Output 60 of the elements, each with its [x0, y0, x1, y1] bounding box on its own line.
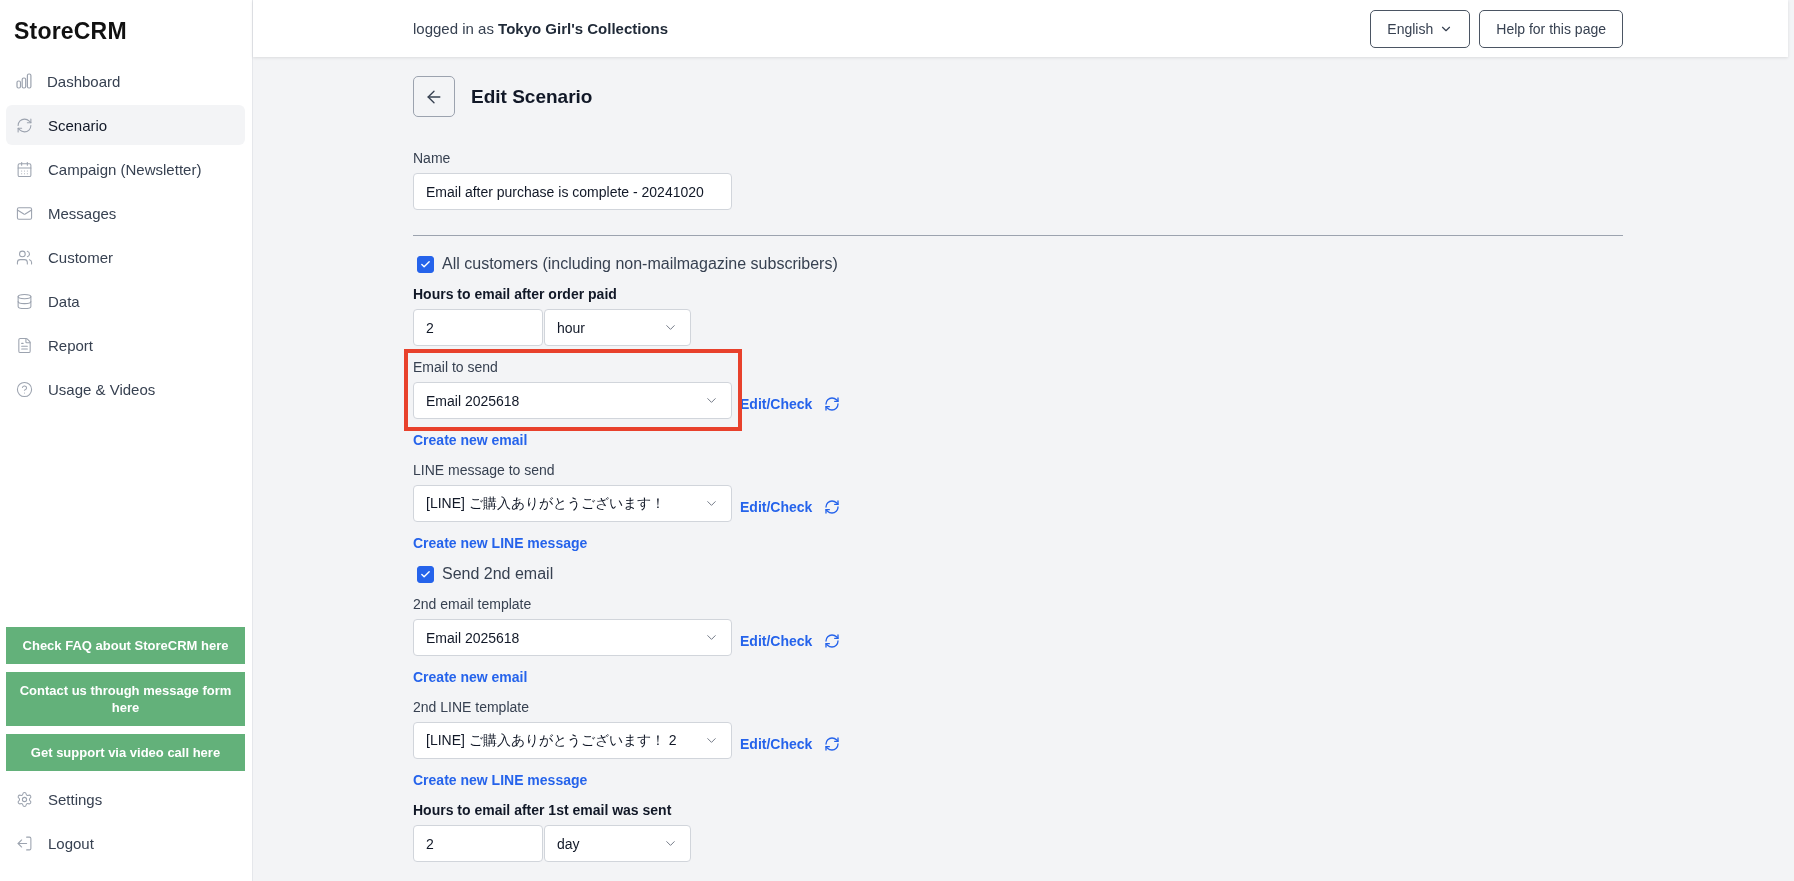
field-label: Hours to email after 1st email was sent	[413, 802, 673, 818]
sidebar-item[interactable]: Settings	[6, 779, 245, 819]
create-link[interactable]: Create new email	[413, 432, 528, 448]
settings-icon	[16, 790, 33, 808]
checkmark-icon	[420, 258, 431, 270]
checkbox[interactable]	[417, 255, 434, 273]
create-link[interactable]: Create new LINE message	[413, 772, 588, 788]
page-title: Edit Scenario	[471, 85, 593, 108]
field-label: Name	[413, 150, 452, 166]
sidebar-item[interactable]: Report	[6, 325, 245, 365]
refresh-icon[interactable]	[824, 395, 841, 412]
login-status: logged in as Tokyo Girl's Collections	[413, 20, 670, 37]
checkbox-label: All customers (including non-mailmagazine subscribers)	[442, 255, 838, 273]
template-dropdown[interactable]: Email 2025618	[413, 619, 732, 656]
edit-check-link[interactable]: Edit/Check	[740, 632, 813, 649]
sidebar-item[interactable]: Messages	[6, 193, 245, 233]
template-dropdown[interactable]: [LINE] ご購入ありがとうございます！ 2	[413, 722, 732, 759]
sidebar-item[interactable]: Data	[6, 281, 245, 321]
bar-chart-icon	[16, 73, 32, 89]
field-label: Email to send	[413, 359, 499, 375]
logout-icon	[16, 834, 33, 852]
calendar-icon	[16, 160, 33, 178]
app-logo: StoreCRM	[13, 17, 128, 46]
amount-field[interactable]: 2	[413, 309, 543, 346]
sidebar-item[interactable]: Customer	[6, 237, 245, 277]
envelope-icon	[16, 204, 33, 222]
help-button[interactable]: Help for this page	[1479, 9, 1623, 48]
edit-check-link[interactable]: Edit/Check	[740, 498, 813, 515]
edit-check-link[interactable]: Edit/Check	[740, 395, 813, 412]
refresh-icon[interactable]	[824, 632, 841, 649]
edit-check-link[interactable]: Edit/Check	[740, 735, 813, 752]
back-button[interactable]	[413, 76, 455, 117]
field-label: Hours to email after order paid	[413, 286, 618, 302]
create-link[interactable]: Create new email	[413, 669, 528, 685]
checkbox[interactable]	[417, 565, 434, 583]
field-label: LINE message to send	[413, 462, 556, 478]
field-label: 2nd LINE template	[413, 699, 530, 715]
sidebar-item[interactable]: Usage & Videos	[6, 369, 245, 409]
refresh-icon	[16, 116, 33, 134]
name-field[interactable]: Email after purchase is complete - 20241020	[413, 173, 732, 210]
sidebar-item[interactable]: Scenario	[6, 105, 245, 145]
checkbox-label: Send 2nd email	[442, 565, 554, 583]
sidebar-item[interactable]: Dashboard	[6, 61, 245, 101]
database-icon	[16, 292, 33, 310]
document-icon	[16, 336, 33, 354]
template-dropdown[interactable]: [LINE] ご購入ありがとうございます！	[413, 485, 732, 522]
refresh-icon[interactable]	[824, 498, 841, 515]
sidebar-item[interactable]: Logout	[6, 823, 245, 863]
create-link[interactable]: Create new LINE message	[413, 535, 588, 551]
help-icon	[16, 380, 33, 398]
users-icon	[16, 248, 33, 266]
checkmark-icon	[420, 568, 431, 580]
template-dropdown[interactable]: Email 2025618	[413, 382, 732, 419]
amount-field[interactable]: 2	[413, 825, 543, 862]
field-label: 2nd email template	[413, 596, 533, 612]
unit-dropdown[interactable]: day	[544, 825, 691, 862]
refresh-icon[interactable]	[824, 735, 841, 752]
language-dropdown[interactable]: English	[1370, 9, 1471, 48]
sidebar-item[interactable]: Campaign (Newsletter)	[6, 149, 245, 189]
unit-dropdown[interactable]: hour	[544, 309, 691, 346]
